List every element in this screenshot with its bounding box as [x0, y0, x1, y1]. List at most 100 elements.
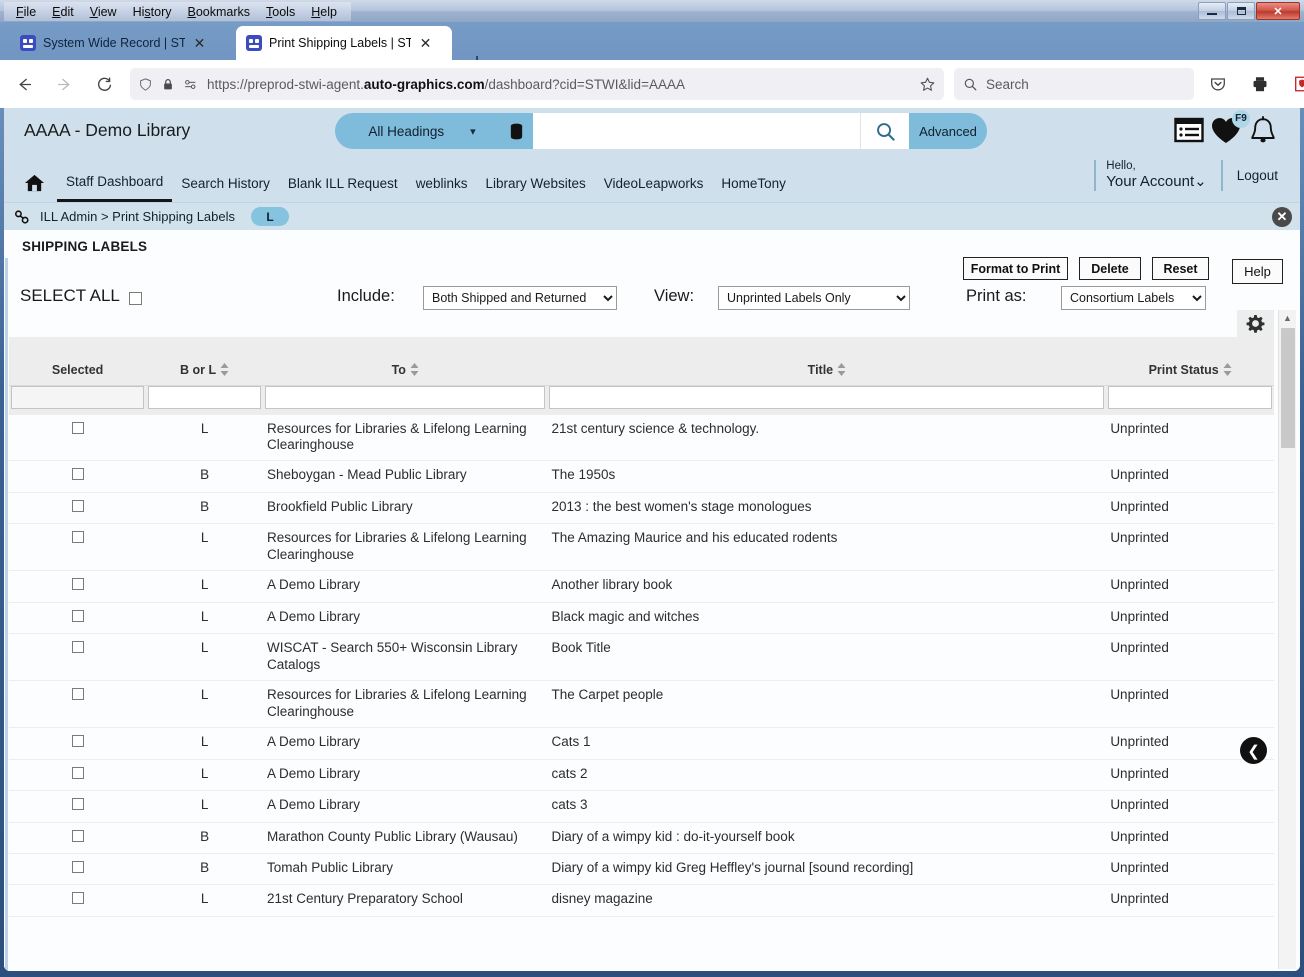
- table-row[interactable]: L A Demo Library cats 2 Unprinted: [9, 759, 1274, 791]
- menu-tools[interactable]: Tools: [258, 4, 303, 20]
- delete-button[interactable]: Delete: [1079, 257, 1141, 280]
- logout-link[interactable]: Logout: [1220, 160, 1284, 191]
- table-row[interactable]: B Marathon County Public Library (Wausau)…: [9, 822, 1274, 854]
- column-header-print-status[interactable]: Print Status: [1106, 337, 1274, 386]
- view-select[interactable]: Unprinted Labels OnlyAll LabelsPrinted L…: [718, 286, 910, 310]
- tab-print-shipping-labels[interactable]: Print Shipping Labels | STWI | aa ✕: [236, 26, 452, 60]
- advanced-search-button[interactable]: Advanced: [909, 113, 987, 149]
- table-row[interactable]: L 21st Century Preparatory School disney m…: [9, 885, 1274, 917]
- row-checkbox[interactable]: [71, 499, 84, 512]
- sort-icon: [837, 362, 846, 376]
- close-icon[interactable]: ✕: [1272, 207, 1292, 227]
- include-select[interactable]: Both Shipped and ReturnedShipped OnlyRet…: [423, 286, 617, 310]
- scroll-up-icon[interactable]: ▲: [1279, 310, 1296, 326]
- gear-icon[interactable]: [1237, 310, 1274, 337]
- menu-help[interactable]: Help: [303, 4, 345, 20]
- back-arrow-icon[interactable]: [8, 68, 40, 100]
- menu-file[interactable]: File: [8, 4, 44, 20]
- row-checkbox[interactable]: [71, 861, 84, 873]
- browser-search-box[interactable]: Search: [954, 68, 1194, 100]
- list-icon[interactable]: [1174, 116, 1204, 144]
- database-icon[interactable]: [499, 113, 533, 149]
- nav-link-videoleapworks[interactable]: VideoLeapworks: [595, 164, 713, 202]
- row-checkbox[interactable]: [71, 766, 84, 779]
- table-row[interactable]: L WISCAT - Search 550+ Wisconsin Library …: [9, 634, 1274, 681]
- cell-title: Diary of a wimpy kid : do-it-yourself bo…: [551, 828, 795, 844]
- nav-link-blank-ill-request[interactable]: Blank ILL Request: [279, 164, 407, 202]
- table-vertical-scrollbar[interactable]: ▲: [1278, 310, 1296, 969]
- search-icon: [964, 78, 977, 90]
- nav-link-hometony[interactable]: HomeTony: [712, 164, 795, 202]
- column-header-b-or-l[interactable]: B or L: [146, 337, 263, 386]
- menu-bookmarks[interactable]: Bookmarks: [180, 4, 259, 20]
- forward-arrow-icon[interactable]: [48, 68, 80, 100]
- menu-history[interactable]: History: [125, 4, 180, 20]
- pocket-save-icon[interactable]: [1202, 68, 1234, 100]
- row-checkbox[interactable]: [71, 892, 84, 905]
- filter-title[interactable]: [549, 385, 1105, 409]
- reload-icon[interactable]: [88, 68, 120, 100]
- filter-print-status[interactable]: [1108, 385, 1272, 409]
- table-row[interactable]: L A Demo Library Another library book Unpri…: [9, 571, 1274, 603]
- collapse-panel-button[interactable]: ❮: [1240, 737, 1267, 764]
- nav-link-staff-dashboard[interactable]: Staff Dashboard: [57, 164, 173, 202]
- cell-print-status: Unprinted: [1110, 765, 1169, 781]
- search-submit-button[interactable]: [861, 113, 909, 149]
- tab-system-wide-record[interactable]: System Wide Record | STWI | aa ✕: [10, 26, 225, 60]
- row-checkbox[interactable]: [71, 735, 84, 748]
- cell-print-status: Unprinted: [1110, 640, 1169, 656]
- heart-icon[interactable]: F9: [1210, 110, 1250, 145]
- table-row[interactable]: L A Demo Library Black magic and witches Un…: [9, 602, 1274, 634]
- table-row[interactable]: LA Demo Library Cats 1 Unprinted: [9, 728, 1274, 760]
- minimize-button[interactable]: [1198, 2, 1226, 20]
- help-button[interactable]: Help: [1232, 259, 1283, 284]
- cell-b-or-l: B: [200, 828, 210, 844]
- filter-to[interactable]: [265, 385, 546, 409]
- table-row[interactable]: L Resources for Libraries & Lifelong Lear…: [9, 681, 1274, 728]
- print-icon[interactable]: [1244, 68, 1276, 100]
- filter-b-or-l[interactable]: [148, 385, 261, 409]
- extension-icon[interactable]: [1286, 68, 1304, 100]
- scrollbar-thumb[interactable]: [1281, 328, 1295, 448]
- menu-view[interactable]: View: [82, 4, 125, 20]
- bell-icon[interactable]: [1248, 116, 1278, 146]
- column-header-title[interactable]: Title: [547, 337, 1107, 386]
- table-row[interactable]: B Brookfield Public Library 2013 : the bes…: [9, 492, 1274, 524]
- format-to-print-button[interactable]: Format to Print: [963, 257, 1068, 280]
- table-row[interactable]: L Resources for Libraries & Lifelong Lear…: [9, 524, 1274, 571]
- breadcrumb[interactable]: ILL Admin > Print Shipping Labels: [40, 209, 235, 224]
- print-as-select[interactable]: Consortium LabelsLibrary Labels: [1061, 286, 1206, 310]
- table-header: Selected B or L To Title Print Status: [9, 337, 1274, 415]
- row-checkbox[interactable]: [71, 421, 84, 434]
- address-bar[interactable]: https://preprod-stwi-agent.auto-graphics…: [130, 68, 944, 100]
- table-row[interactable]: B Tomah Public Library Diary of a wimpy ki…: [9, 854, 1274, 885]
- row-checkbox[interactable]: [71, 641, 84, 654]
- search-scope-dropdown[interactable]: All Headings ▾: [335, 113, 499, 149]
- nav-link-weblinks[interactable]: weblinks: [407, 164, 477, 202]
- row-checkbox[interactable]: [71, 468, 84, 481]
- menu-edit[interactable]: Edit: [44, 4, 82, 20]
- row-checkbox[interactable]: [71, 829, 84, 842]
- close-tab-icon[interactable]: ✕: [418, 36, 433, 51]
- table-row[interactable]: B Sheboygan - Mead Public Library The 1950…: [9, 461, 1274, 493]
- row-checkbox[interactable]: [71, 578, 84, 591]
- close-window-button[interactable]: ✕: [1256, 2, 1300, 20]
- column-header-to[interactable]: To: [263, 337, 548, 386]
- row-checkbox[interactable]: [71, 798, 84, 811]
- close-tab-icon[interactable]: ✕: [192, 36, 207, 51]
- maximize-button[interactable]: [1227, 2, 1255, 20]
- account-menu[interactable]: Hello, Your Account⌄: [1094, 160, 1220, 191]
- cell-to: Marathon County Public Library (Wausau): [267, 828, 518, 844]
- select-all-checkbox[interactable]: [129, 292, 142, 305]
- nav-link-search-history[interactable]: Search History: [172, 164, 279, 202]
- nav-link-library-websites[interactable]: Library Websites: [476, 164, 594, 202]
- global-search-input[interactable]: [533, 113, 860, 149]
- row-checkbox[interactable]: [71, 609, 84, 622]
- row-checkbox[interactable]: [71, 531, 84, 544]
- reset-button[interactable]: Reset: [1152, 257, 1209, 280]
- table-row[interactable]: L A Demo Library cats 3 Unprinted: [9, 791, 1274, 823]
- table-row[interactable]: L Resources for Libraries & Lifelong Lear…: [9, 415, 1274, 461]
- row-checkbox[interactable]: [71, 688, 84, 701]
- cell-selected: [9, 681, 146, 728]
- home-icon[interactable]: [24, 173, 45, 193]
